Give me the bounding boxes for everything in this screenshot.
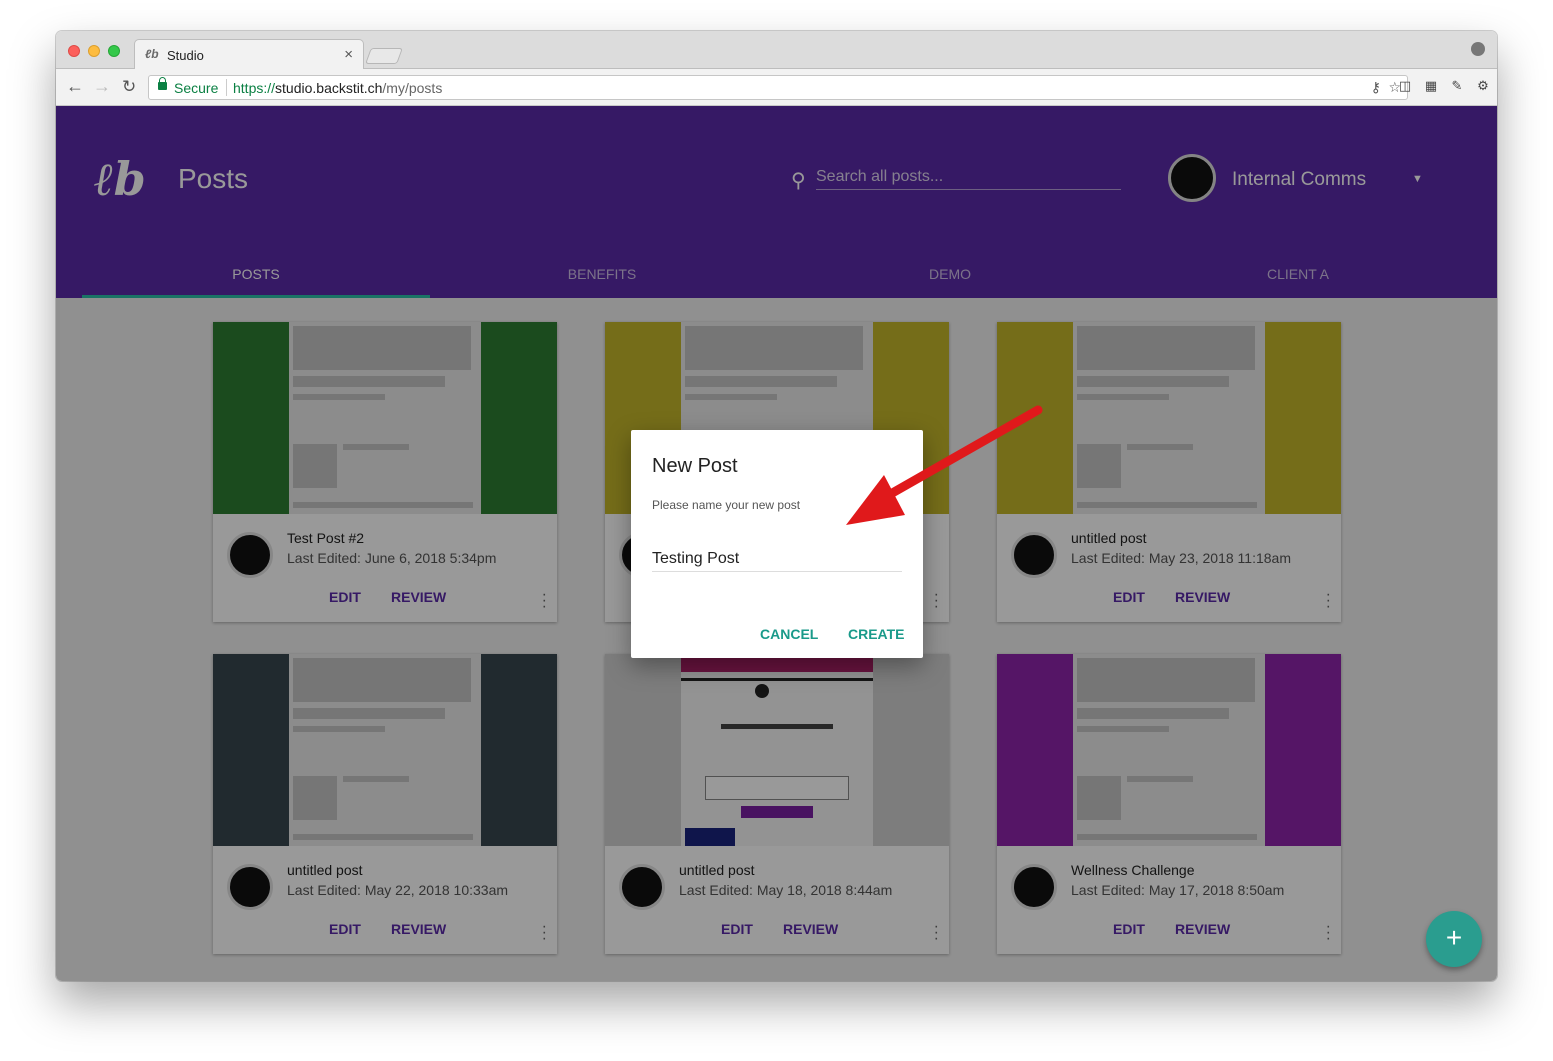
annotation-arrow-icon [846,405,1043,525]
